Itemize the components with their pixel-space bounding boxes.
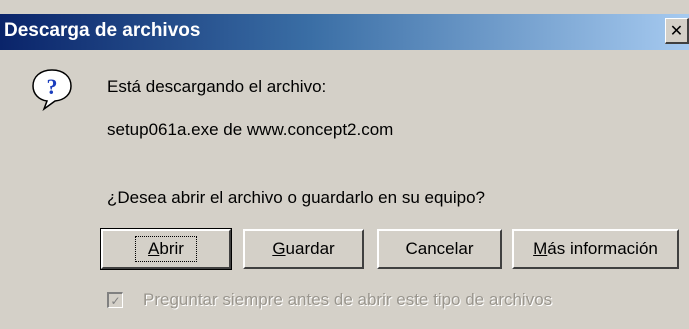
title-bar[interactable]: Descarga de archivos ✕ [0,14,689,50]
message-filename: setup061a.exe de www.concept2.com [107,120,394,139]
message-downloading: Está descargando el archivo: [107,77,327,96]
more-info-button[interactable]: Más información [512,229,679,269]
svg-text:?: ? [47,74,58,99]
always-ask-checkbox[interactable]: ✓ [107,292,123,308]
more-info-button-label: Más información [533,239,658,258]
save-button[interactable]: Guardar [243,229,364,269]
cancel-button[interactable]: Cancelar [377,229,502,269]
open-button-label: Abrir [135,236,197,262]
cancel-button-label: Cancelar [405,239,474,258]
close-button[interactable]: ✕ [665,18,689,44]
always-ask-label: Preguntar siempre antes de abrir este ti… [143,290,553,309]
check-mark-icon: ✓ [110,293,121,308]
open-button[interactable]: Abrir [100,228,232,270]
download-dialog: Descarga de archivos ✕ ? Está descargand… [0,0,689,329]
close-icon: ✕ [669,21,684,40]
question-icon: ? [32,69,72,111]
save-button-label: Guardar [272,239,335,258]
message-question: ¿Desea abrir el archivo o guardarlo en s… [107,188,486,207]
window-title: Descarga de archivos [4,20,201,41]
